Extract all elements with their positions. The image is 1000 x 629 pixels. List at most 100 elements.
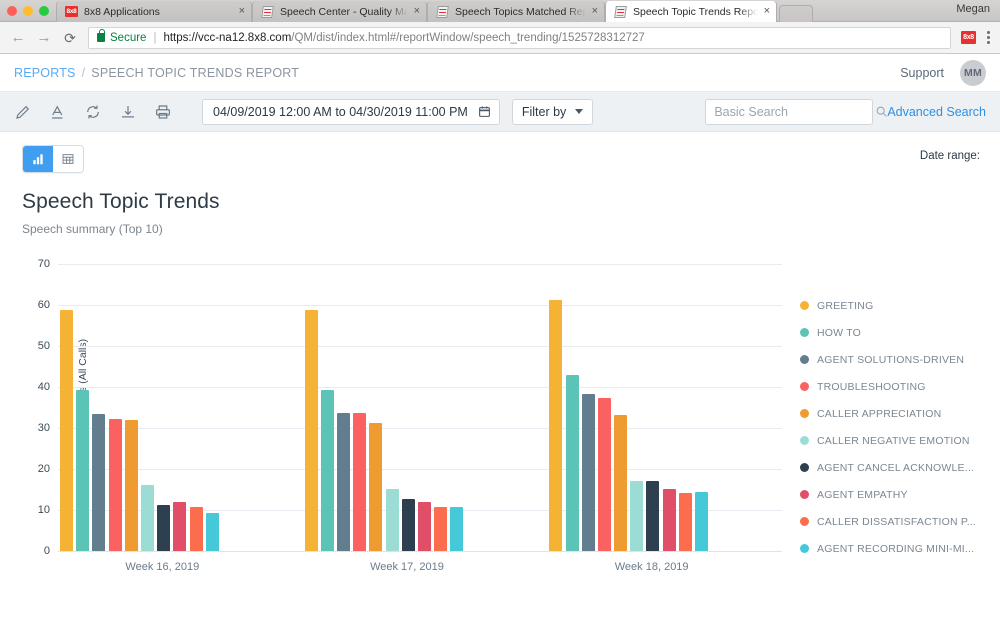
bar[interactable] (353, 412, 367, 551)
url-bar[interactable]: Secure | https://vcc-na12.8x8.com/QM/dis… (88, 26, 951, 49)
close-icon[interactable]: × (592, 6, 598, 17)
bar[interactable] (369, 423, 383, 551)
calendar-icon[interactable] (478, 105, 491, 118)
bar[interactable] (60, 309, 73, 551)
y-axis-tick: 60 (37, 299, 50, 311)
bar[interactable] (678, 492, 692, 551)
text-format-icon[interactable] (49, 103, 67, 121)
bar[interactable] (646, 481, 660, 551)
minimize-window-icon[interactable] (23, 6, 33, 16)
legend-swatch (800, 544, 809, 553)
maximize-window-icon[interactable] (39, 6, 49, 16)
breadcrumb-reports-link[interactable]: REPORTS (14, 66, 76, 80)
chart-view-button[interactable] (23, 146, 53, 172)
legend-item[interactable]: HOW TO (800, 319, 1000, 346)
bar-chart-icon (33, 154, 43, 165)
refresh-icon[interactable] (84, 103, 102, 121)
table-view-button[interactable] (53, 146, 83, 172)
avatar[interactable]: MM (960, 59, 986, 86)
edit-pencil-icon[interactable] (14, 103, 32, 121)
bar[interactable] (76, 389, 90, 551)
support-link[interactable]: Support (900, 66, 944, 80)
advanced-search-link[interactable]: Advanced Search (887, 105, 986, 119)
breadcrumb-separator: / (81, 65, 86, 80)
bar[interactable] (549, 300, 563, 551)
legend-item[interactable]: CALLER APPRECIATION (800, 400, 1000, 427)
browser-tab-3[interactable]: Speech Topics Matched Repor × (427, 1, 605, 22)
new-tab-button[interactable] (779, 5, 813, 22)
close-icon[interactable]: × (414, 6, 420, 17)
filter-by-dropdown[interactable]: Filter by (511, 98, 594, 125)
document-icon (436, 5, 449, 18)
bar[interactable] (581, 393, 595, 551)
bar[interactable] (108, 418, 122, 551)
bar[interactable] (597, 398, 611, 551)
lock-icon (97, 29, 105, 42)
chevron-down-icon (575, 109, 584, 114)
bar[interactable] (450, 506, 464, 551)
bar[interactable] (434, 507, 448, 551)
legend-item[interactable]: AGENT CANCEL ACKNOWLE... (800, 454, 1000, 481)
toolbar-icon-group (14, 103, 172, 121)
breadcrumb: REPORTS / SPEECH TOPIC TRENDS REPORT (14, 66, 299, 80)
forward-icon[interactable]: → (36, 29, 52, 46)
y-axis-tick: 20 (37, 463, 50, 475)
bar[interactable] (630, 481, 644, 551)
browser-tab-2[interactable]: Speech Center - Quality Mana × (252, 1, 427, 22)
legend-item[interactable]: AGENT RECORDING MINI-MI... (800, 535, 1000, 562)
extension-8x8-icon[interactable]: 8x8 (961, 31, 976, 44)
legend-item[interactable]: AGENT EMPATHY (800, 481, 1000, 508)
print-icon[interactable] (154, 103, 172, 121)
bar[interactable] (337, 412, 351, 551)
download-icon[interactable] (119, 103, 137, 121)
bar[interactable] (614, 414, 628, 551)
legend-item[interactable]: GREETING (800, 292, 1000, 319)
legend-item[interactable]: AGENT SOLUTIONS-DRIVEN (800, 346, 1000, 373)
report-toolbar: 04/09/2019 12:00 AM to 04/30/2019 11:00 … (0, 92, 1000, 132)
view-toggle-group (22, 145, 84, 173)
url-divider: | (153, 31, 157, 44)
bar[interactable] (401, 499, 415, 551)
bar[interactable] (92, 413, 106, 551)
back-icon[interactable]: ← (10, 29, 26, 46)
browser-profile-name[interactable]: Megan (956, 3, 990, 15)
close-window-icon[interactable] (7, 6, 17, 16)
breadcrumb-current: SPEECH TOPIC TRENDS REPORT (91, 65, 300, 80)
legend-item[interactable]: CALLER NEGATIVE EMOTION (800, 427, 1000, 454)
y-axis-tick: 30 (37, 422, 50, 434)
bar[interactable] (173, 501, 187, 551)
bar[interactable] (304, 309, 318, 551)
legend-swatch (800, 490, 809, 499)
legend-label: AGENT RECORDING MINI-MI... (817, 542, 975, 555)
browser-tab-label: Speech Topic Trends Report - (633, 5, 758, 18)
browser-tabstrip: 8x8 8x8 Applications × Speech Center - Qual… (56, 0, 1000, 22)
browser-menu-icon[interactable] (986, 29, 990, 46)
legend-swatch (800, 436, 809, 445)
browser-tab-label: Speech Topics Matched Repor (455, 5, 586, 18)
chart-bars (304, 264, 510, 551)
close-icon[interactable]: × (764, 6, 770, 17)
bar[interactable] (662, 488, 676, 551)
secure-label: Secure (110, 31, 147, 44)
bar[interactable] (320, 389, 334, 551)
close-icon[interactable]: × (239, 6, 245, 17)
date-range-input[interactable]: 04/09/2019 12:00 AM to 04/30/2019 11:00 … (202, 98, 500, 125)
legend-item[interactable]: CALLER DISSATISFACTION P... (800, 508, 1000, 535)
reload-icon[interactable]: ⟳ (62, 30, 78, 46)
bar[interactable] (205, 513, 219, 551)
bar[interactable] (124, 420, 138, 551)
search-box[interactable] (705, 98, 888, 125)
legend-label: TROUBLESHOOTING (817, 380, 926, 393)
bar[interactable] (140, 484, 154, 551)
bar[interactable] (189, 507, 203, 551)
legend-item[interactable]: TROUBLESHOOTING (800, 373, 1000, 400)
browser-tab-1[interactable]: 8x8 8x8 Applications × (56, 1, 252, 22)
bar[interactable] (565, 374, 579, 551)
browser-tab-4[interactable]: Speech Topic Trends Report - × (605, 1, 777, 22)
bar[interactable] (417, 501, 431, 551)
bar[interactable] (695, 491, 709, 551)
x-axis-tick: Week 17, 2019 (370, 561, 444, 573)
bar[interactable] (385, 488, 399, 551)
bar[interactable] (157, 505, 171, 551)
search-input[interactable] (714, 104, 876, 119)
